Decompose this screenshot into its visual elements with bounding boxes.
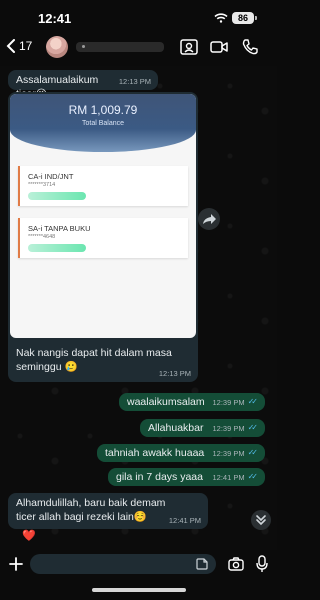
- account-balance-redacted: [28, 244, 86, 252]
- wifi-icon: [214, 13, 228, 23]
- status-time: 12:41: [38, 11, 72, 26]
- scroll-down-button[interactable]: [251, 510, 271, 530]
- account-name: CA-i IND/JNT: [28, 172, 74, 181]
- battery-icon: 86: [232, 12, 257, 24]
- status-bar: 12:41 86: [0, 0, 277, 34]
- reaction-heart[interactable]: ❤️: [22, 529, 36, 542]
- message-text: tahniah awakk huaaa: [105, 447, 205, 459]
- sticker-icon[interactable]: [196, 558, 208, 570]
- message-incoming[interactable]: Alhamdulillah, baru baik demam ticer all…: [8, 493, 208, 529]
- message-input[interactable]: [30, 554, 216, 574]
- chevron-left-icon: [6, 39, 15, 53]
- message-incoming[interactable]: Assalamualaikum ticer😉 12:13 PM: [8, 70, 158, 100]
- account-balance-redacted: [28, 192, 86, 200]
- read-receipt-icon: ✓✓: [247, 397, 259, 407]
- bank-balance-screenshot[interactable]: RM 1,009.79 Total Balance CA-i IND/JNT *…: [10, 94, 196, 338]
- message-time: 12:41 PM: [168, 515, 201, 525]
- plus-icon[interactable]: [8, 556, 24, 572]
- read-receipt-icon: ✓✓: [247, 448, 259, 458]
- balance-amount: RM 1,009.79: [68, 103, 138, 117]
- message-outgoing[interactable]: waalaikumsalam 12:39 PM ✓✓: [119, 393, 265, 411]
- message-time: 12:39 PM ✓✓: [212, 423, 258, 434]
- microphone-icon[interactable]: [256, 555, 268, 573]
- balance-label: Total Balance: [81, 120, 125, 127]
- avatar[interactable]: [46, 36, 68, 58]
- message-text: Allahuakbar: [148, 422, 204, 434]
- balance-header: RM 1,009.79 Total Balance: [10, 94, 196, 152]
- account-card: CA-i IND/JNT *******3714: [18, 166, 188, 206]
- message-time: 12:39 PM ✓✓: [212, 397, 258, 408]
- video-call-icon[interactable]: [209, 38, 229, 56]
- account-number: *******3714: [28, 182, 56, 188]
- chat-header: 17: [0, 34, 277, 66]
- message-time: 12:13 PM: [118, 76, 151, 86]
- account-name: SA-i TANPA BUKU: [28, 224, 91, 233]
- forward-button[interactable]: [198, 208, 220, 230]
- chevron-double-down-icon: [256, 515, 266, 526]
- forward-icon: [203, 214, 216, 224]
- message-image-bubble[interactable]: RM 1,009.79 Total Balance CA-i IND/JNT *…: [8, 92, 198, 382]
- message-text: gila in 7 days yaaa: [116, 471, 203, 483]
- message-time: 12:13 PM: [158, 368, 191, 378]
- back-count: 17: [19, 39, 33, 53]
- back-button[interactable]: 17: [6, 39, 32, 53]
- home-indicator: [92, 588, 186, 592]
- account-card: SA-i TANPA BUKU *******4648: [18, 218, 188, 258]
- input-bar: [0, 550, 277, 600]
- phone-call-icon[interactable]: [240, 38, 260, 56]
- contact-card-icon[interactable]: [179, 38, 199, 56]
- read-receipt-icon: ✓✓: [247, 472, 259, 482]
- contact-name-redacted[interactable]: [76, 42, 164, 52]
- message-outgoing[interactable]: tahniah awakk huaaa 12:39 PM ✓✓: [97, 444, 265, 462]
- message-time: 12:41 PM ✓✓: [212, 472, 258, 483]
- camera-icon[interactable]: [228, 557, 244, 571]
- message-time: 12:39 PM ✓✓: [212, 448, 258, 459]
- read-receipt-icon: ✓✓: [247, 423, 259, 433]
- account-number: *******4648: [28, 234, 56, 240]
- message-text: Alhamdulillah, baru baik demam ticer all…: [16, 497, 166, 524]
- message-outgoing[interactable]: gila in 7 days yaaa 12:41 PM ✓✓: [108, 468, 265, 486]
- message-outgoing[interactable]: Allahuakbar 12:39 PM ✓✓: [140, 419, 265, 437]
- message-text: waalaikumsalam: [127, 396, 205, 408]
